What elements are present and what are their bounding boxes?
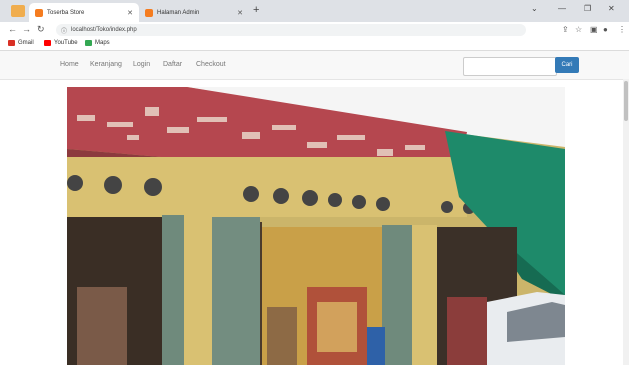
tab-halaman-admin[interactable]: Halaman Admin ✕: [139, 3, 249, 22]
nav-daftar[interactable]: Daftar: [163, 61, 182, 68]
address-bar[interactable]: ⓘ localhost/Toko/index.php: [56, 24, 526, 36]
plus-icon[interactable]: +: [253, 4, 259, 16]
url-text: localhost/Toko/index.php: [71, 27, 137, 33]
nav-login[interactable]: Login: [133, 61, 150, 68]
scrollbar-thumb[interactable]: [624, 81, 628, 121]
bookmark-youtube[interactable]: YouTube: [44, 40, 78, 46]
tab-title: Halaman Admin: [157, 9, 200, 16]
sidebar-icon[interactable]: ▣: [590, 25, 598, 34]
browser-toolbar: ← → ↻ ⓘ localhost/Toko/index.php ⇪ ☆ ▣ ●…: [0, 22, 629, 38]
page-scrollbar[interactable]: [623, 79, 629, 365]
chevron-down-icon[interactable]: ⌄: [531, 4, 538, 13]
minimize-icon[interactable]: —: [558, 4, 566, 13]
app-icon[interactable]: [11, 5, 25, 17]
search-input[interactable]: [463, 57, 557, 76]
back-arrow-icon[interactable]: ←: [8, 24, 17, 34]
browser-tabstrip: Toserba Store ✕ Halaman Admin ✕ + ⌄ — ❐ …: [0, 0, 629, 22]
bookmark-maps[interactable]: Maps: [85, 40, 110, 46]
bookmark-gmail[interactable]: Gmail: [8, 40, 34, 46]
lock-icon: ⓘ: [61, 28, 68, 35]
search-button[interactable]: Cari: [555, 57, 579, 73]
share-icon[interactable]: ⇪: [562, 25, 569, 34]
maps-icon: [85, 40, 92, 46]
nav-keranjang[interactable]: Keranjang: [90, 61, 122, 68]
close-icon[interactable]: ✕: [237, 9, 243, 17]
store-favicon-icon: [35, 8, 43, 17]
close-icon[interactable]: ✕: [608, 4, 615, 13]
youtube-icon: [44, 40, 51, 46]
forward-arrow-icon[interactable]: →: [22, 24, 31, 34]
maximize-icon[interactable]: ❐: [584, 4, 591, 13]
bookmarks-bar: Gmail YouTube Maps: [0, 38, 629, 51]
bookmark-label: Maps: [95, 40, 110, 46]
tab-toserba-store[interactable]: Toserba Store ✕: [29, 3, 139, 22]
admin-favicon-icon: [145, 8, 153, 17]
storefront-photo: [67, 87, 565, 365]
nav-checkout[interactable]: Checkout: [196, 61, 226, 68]
profile-icon[interactable]: ●: [603, 25, 608, 34]
site-navbar: Home Keranjang Login Daftar Checkout Car…: [0, 51, 629, 80]
tab-title: Toserba Store: [47, 9, 85, 16]
nav-home[interactable]: Home: [60, 61, 79, 68]
close-icon[interactable]: ✕: [127, 9, 133, 17]
reload-icon[interactable]: ↻: [37, 24, 45, 35]
bookmark-label: YouTube: [54, 40, 78, 46]
star-icon[interactable]: ☆: [575, 25, 582, 34]
menu-dots-icon[interactable]: ⋮: [618, 25, 626, 34]
bookmark-label: Gmail: [18, 40, 34, 46]
gmail-icon: [8, 40, 15, 46]
